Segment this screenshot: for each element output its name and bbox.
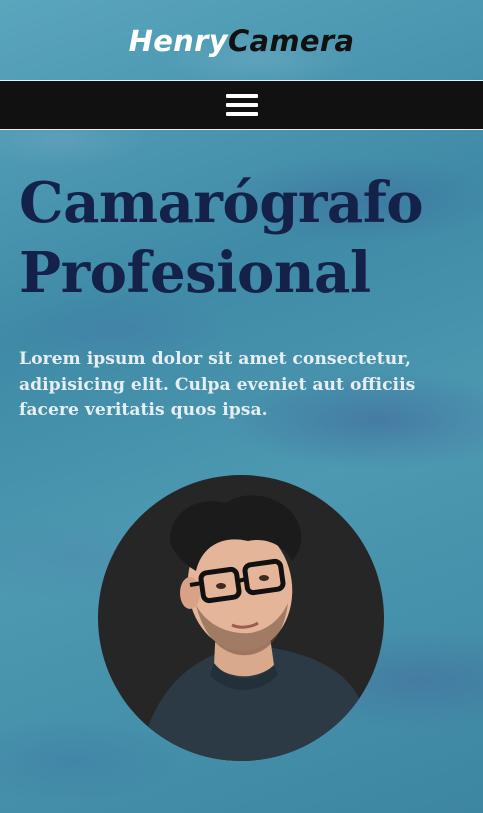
menu-bar: [225, 94, 258, 98]
menu-bar: [225, 103, 258, 107]
main-navbar: [0, 80, 483, 130]
logo-second-word: Camera: [227, 24, 355, 58]
logo-first-word: Henry: [128, 24, 228, 58]
hero-title-line-2: Profesional: [19, 240, 371, 306]
person-portrait-icon: [138, 495, 368, 761]
hero-title: Camarógrafo Profesional: [19, 168, 469, 308]
hero-title-line-1: Camarógrafo: [19, 170, 424, 236]
menu-bar: [225, 112, 258, 116]
hamburger-menu-icon[interactable]: [225, 94, 258, 116]
profile-photo: [98, 475, 384, 761]
site-logo[interactable]: HenryCamera: [129, 24, 355, 58]
hero-description: Lorem ipsum dolor sit amet consectetur, …: [19, 349, 416, 420]
site-header: HenryCamera: [0, 0, 483, 80]
